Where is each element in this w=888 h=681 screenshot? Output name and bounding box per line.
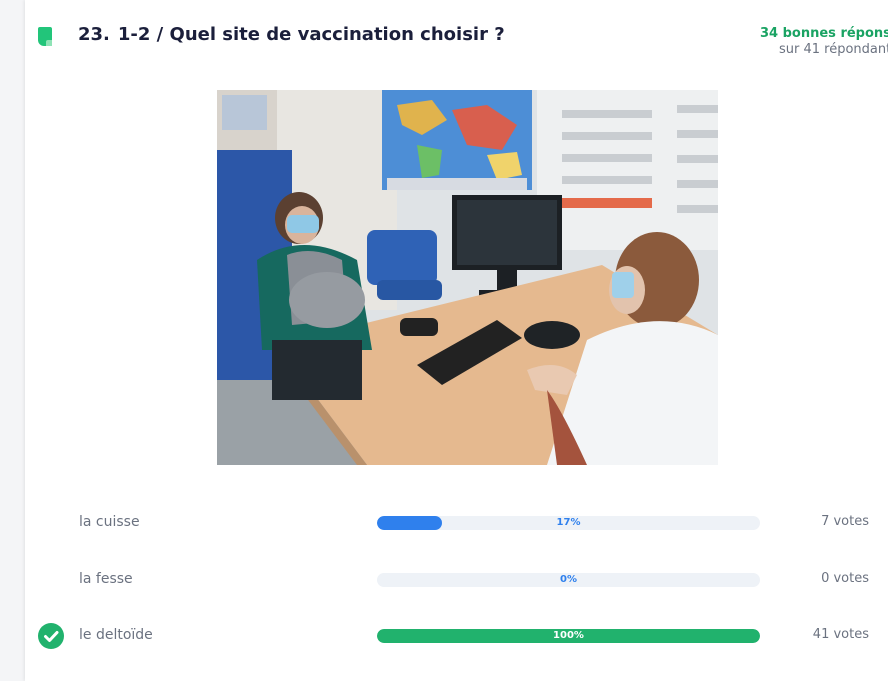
answer-row: la cuisse 17% 7 votes — [0, 508, 888, 538]
result-progress-bar: 17% — [377, 516, 760, 530]
result-progress-bar: 0% — [377, 573, 760, 587]
check-icon — [38, 623, 64, 649]
correct-count: 34 bonnes réponses — [760, 26, 888, 41]
percent-label: 0% — [560, 574, 577, 585]
vote-count: 0 votes — [821, 571, 869, 586]
vote-count: 41 votes — [812, 627, 869, 642]
question-number: 23. — [78, 24, 110, 45]
answer-label: le deltoïde — [79, 627, 153, 643]
question-text: 1-2 / Quel site de vaccination choisir ? — [117, 24, 505, 45]
question-title: 23. 1-2 / Quel site de vaccination choisi… — [78, 24, 505, 45]
vote-count: 7 votes — [821, 514, 869, 529]
question-photo — [217, 90, 718, 465]
answer-row: la fesse 0% 0 votes — [0, 565, 888, 595]
percent-label: 17% — [556, 517, 581, 528]
respondent-count: sur 41 répondants — [779, 42, 888, 57]
results-summary: 34 bonnes réponses sur 41 répondants — [760, 26, 888, 57]
percent-label: 100% — [553, 630, 584, 641]
photo-illustration — [217, 90, 718, 465]
note-icon — [38, 27, 52, 46]
answer-label: la fesse — [79, 571, 133, 587]
result-progress-bar: 100% — [377, 629, 760, 643]
answer-label: la cuisse — [79, 514, 140, 530]
answer-row: le deltoïde 100% 41 votes — [0, 621, 888, 651]
